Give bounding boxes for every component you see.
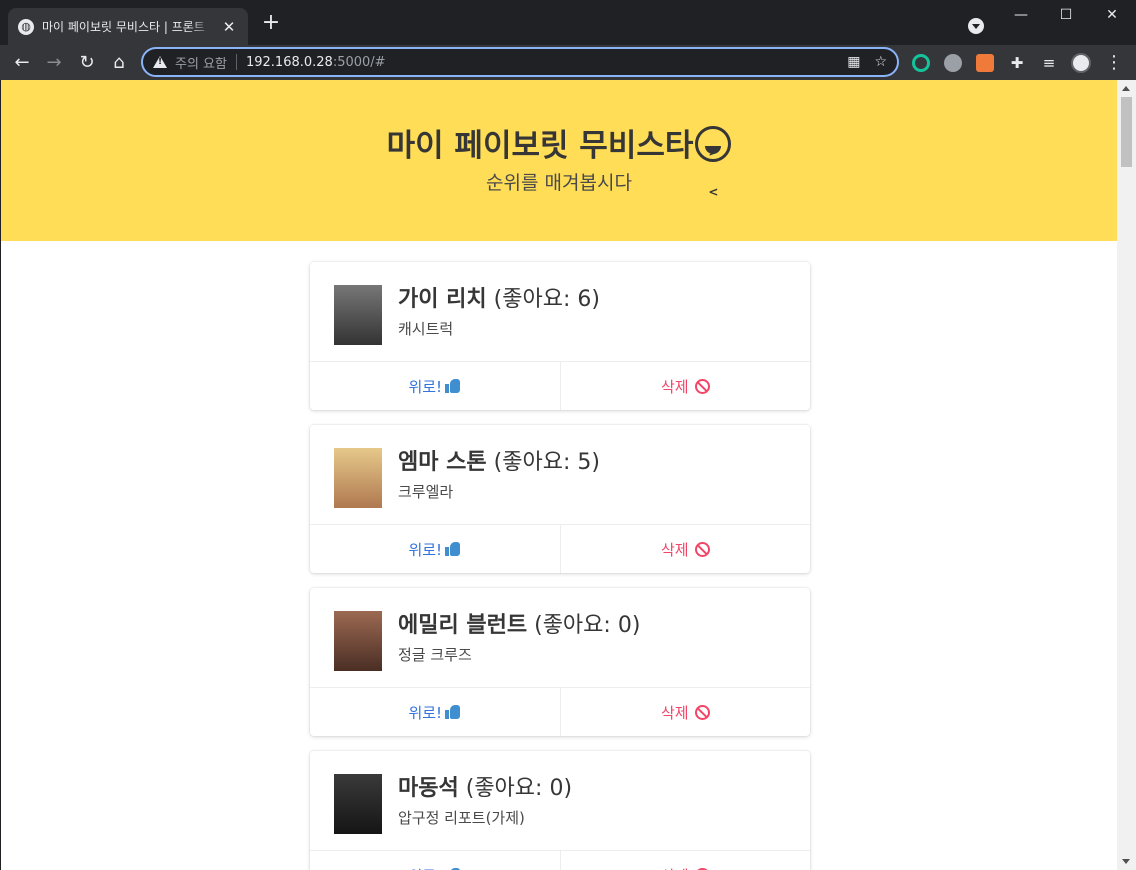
like-count: 0	[617, 613, 632, 638]
like-count: 0	[549, 776, 564, 801]
ban-icon	[694, 704, 710, 720]
up-button[interactable]: 위로!	[310, 362, 560, 410]
star-name: 가이 리치	[398, 287, 487, 312]
ex-extension-icon[interactable]	[976, 54, 994, 72]
star-heading: 엠마 스톤 (좋아요: 5)	[398, 450, 600, 475]
thumbs-up-icon	[445, 704, 461, 720]
qr-code-icon[interactable]: ▦	[847, 54, 860, 70]
vertical-scrollbar[interactable]	[1117, 80, 1136, 870]
star-photo	[334, 448, 382, 508]
media-playlist-icon[interactable]: ≡	[1036, 50, 1062, 76]
star-heading: 마동석 (좋아요: 0)	[398, 776, 573, 801]
new-tab-button[interactable]: +	[260, 12, 282, 34]
hero-banner: 마이 페이보릿 무비스타 순위를 매겨봅시다	[1, 80, 1117, 241]
home-icon[interactable]: ⌂	[106, 50, 132, 76]
bookmark-star-icon[interactable]: ☆	[874, 54, 887, 70]
security-warning: 주의 요함	[175, 56, 227, 72]
star-card: 가이 리치 (좋아요: 6) 캐시트럭 위로! 삭제	[310, 262, 810, 410]
browser-toolbar: ← → ↻ ⌂ 주의 요함 192.168.0.28 :5000/# ▦ ☆ ✚…	[0, 45, 1136, 80]
star-card: 엠마 스톤 (좋아요: 5) 크루엘라 위로! 삭제	[310, 425, 810, 573]
scroll-thumb[interactable]	[1121, 97, 1132, 167]
star-heading: 에밀리 블런트 (좋아요: 0)	[398, 613, 641, 638]
ban-icon	[694, 541, 710, 557]
back-icon[interactable]: ←	[9, 50, 35, 76]
star-work: 정글 크루즈	[398, 646, 472, 664]
minimize-icon[interactable]: —	[998, 4, 1044, 26]
page-subtitle: 순위를 매겨봅시다	[486, 172, 632, 194]
delete-button[interactable]: 삭제	[559, 851, 811, 870]
star-photo	[334, 774, 382, 834]
scroll-up-arrow-icon[interactable]	[1122, 86, 1130, 91]
like-count: 6	[577, 287, 592, 312]
forward-icon[interactable]: →	[41, 50, 67, 76]
globe-icon: ◍	[18, 18, 34, 35]
profile-avatar[interactable]	[1071, 53, 1091, 73]
grammarly-icon[interactable]	[912, 54, 930, 72]
star-name: 엠마 스톤	[398, 450, 487, 475]
star-card: 에밀리 블런트 (좋아요: 0) 정글 크루즈 위로! 삭제	[310, 588, 810, 736]
star-photo	[334, 611, 382, 671]
warning-icon	[153, 56, 167, 68]
thumbs-up-icon	[445, 541, 461, 557]
extensions-puzzle-icon[interactable]: ✚	[1004, 50, 1030, 76]
star-work: 캐시트럭	[398, 320, 454, 338]
tab-search-icon[interactable]	[968, 18, 984, 34]
star-name: 에밀리 블런트	[398, 613, 528, 638]
delete-button[interactable]: 삭제	[559, 362, 811, 410]
globe-extension-icon[interactable]	[944, 54, 962, 72]
laughing-emoji-icon	[695, 126, 732, 212]
thumbs-up-icon	[445, 378, 461, 394]
window-close-icon[interactable]: ✕	[1089, 4, 1135, 26]
menu-kebab-icon[interactable]: ⋮	[1101, 50, 1127, 76]
up-button[interactable]: 위로!	[310, 688, 560, 736]
page-content: 마이 페이보릿 무비스타 순위를 매겨봅시다 가이 리치 (좋아요: 6) 캐시…	[1, 80, 1117, 870]
delete-button[interactable]: 삭제	[559, 688, 811, 736]
up-button[interactable]: 위로!	[310, 851, 560, 870]
like-count: 5	[577, 450, 592, 475]
star-work: 압구정 리포트(가제)	[398, 809, 525, 827]
star-photo	[334, 285, 382, 345]
address-bar[interactable]: 주의 요함 192.168.0.28 :5000/# ▦ ☆	[141, 47, 899, 77]
reload-icon[interactable]: ↻	[74, 50, 100, 76]
star-card: 마동석 (좋아요: 0) 압구정 리포트(가제) 위로! 삭제	[310, 751, 810, 870]
address-actions: ▦ ☆	[847, 54, 887, 70]
scroll-down-arrow-icon[interactable]	[1122, 859, 1130, 864]
ban-icon	[694, 378, 710, 394]
url-host: 192.168.0.28	[245, 54, 333, 70]
address-separator	[235, 54, 237, 70]
maximize-icon[interactable]: ☐	[1043, 4, 1089, 26]
page-title: 마이 페이보릿 무비스타	[1, 126, 1117, 212]
browser-tab[interactable]: ◍ 마이 페이보릿 무비스타 | 프론트 ✕	[8, 8, 248, 45]
delete-button[interactable]: 삭제	[559, 525, 811, 573]
tab-title: 마이 페이보릿 무비스타 | 프론트	[42, 20, 205, 34]
url-path: :5000/#	[332, 54, 386, 70]
browser-titlebar: ◍ 마이 페이보릿 무비스타 | 프론트 ✕ + — ☐ ✕	[0, 0, 1136, 45]
star-heading: 가이 리치 (좋아요: 6)	[398, 287, 600, 312]
star-name: 마동석	[398, 776, 459, 801]
up-button[interactable]: 위로!	[310, 525, 560, 573]
star-work: 크루엘라	[398, 483, 454, 501]
close-icon[interactable]: ✕	[220, 18, 238, 36]
